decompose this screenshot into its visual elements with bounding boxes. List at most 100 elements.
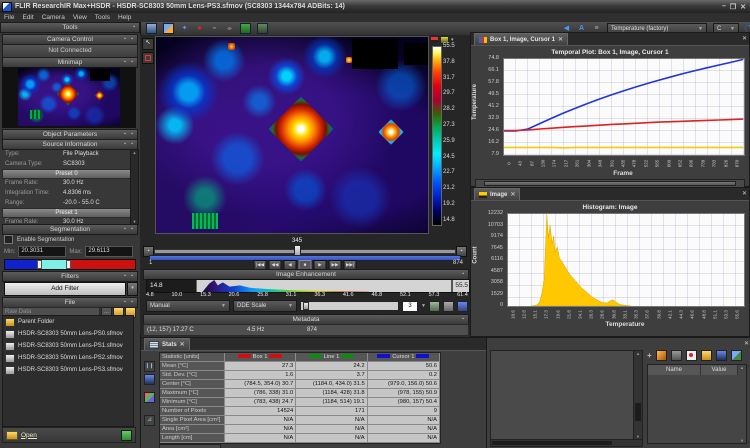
panel-close-icon[interactable]: ✕ [742,190,747,197]
palette-icon[interactable] [431,37,438,43]
panel-menu-icon[interactable]: ▪ ▪ [124,298,135,307]
tools-panel-header[interactable]: Tools ▪ [0,22,140,33]
title-bar[interactable]: FLIR ResearchIR Max+HSDR - HSDR-SC8303 5… [0,0,750,13]
marker-icon[interactable]: ✦ [180,24,189,33]
value-column-header[interactable]: Value [701,365,738,375]
settings-icon[interactable] [671,350,682,361]
panel-menu-icon[interactable]: ▪ ▪ [124,35,135,44]
edit-pen-icon[interactable] [656,350,667,361]
menu-item-file[interactable]: File [4,14,14,21]
file-item[interactable]: HSDR-SC8303 50mm Lens-PS1.sfmov [3,340,133,352]
record-icon[interactable]: ● [195,24,204,33]
stats-hscrollbar[interactable] [159,444,221,448]
refresh-icon[interactable] [121,430,132,441]
scale-mode-dropdown[interactable]: DDE Scale ▼ [233,300,297,312]
enhancement-low-value[interactable]: 14.8 [147,280,197,292]
folder-icon[interactable] [701,350,712,361]
source-info-scrollbar[interactable]: ▲ ▼ [130,149,139,225]
apply-button[interactable] [457,301,468,312]
watch-hscrollbar[interactable] [490,439,643,447]
panel-menu-icon[interactable]: ▪ [133,23,137,32]
enhancement-high-handle[interactable] [451,280,453,292]
add-filter-button[interactable]: Add Filter [4,282,126,296]
panel-close-icon[interactable]: ✕ [744,340,749,347]
camera-icon[interactable]: ⌁ [210,24,219,33]
segmentation-max-input[interactable]: 29.6113 [85,246,133,257]
panel-menu-icon[interactable]: ▪ ▪ [124,58,135,67]
range-low-band [5,260,37,269]
chevron-down-icon[interactable]: ▼ [421,303,426,309]
dde-slider-thumb[interactable] [303,302,309,310]
roi-box-tool-icon[interactable] [142,52,154,64]
open-link[interactable]: Open [21,432,37,439]
close-button[interactable]: ✕ [740,3,746,11]
lock-icon[interactable] [443,301,454,312]
layers-icon[interactable] [257,23,268,34]
frame-slider-track[interactable] [154,249,456,254]
tab-close-icon[interactable]: ✕ [180,341,185,348]
panel-menu-icon[interactable]: ▪ ▪ [124,272,135,281]
file-item[interactable]: Parent Folder [3,316,133,328]
panel-menu-icon[interactable]: ▪ ▪ [124,140,135,149]
enhancement-mode-dropdown[interactable]: Manual ▼ [146,300,230,312]
histogram-plot-area[interactable] [507,213,745,307]
pause-icon[interactable]: ❙❙ [144,361,155,372]
segmentation-min-input[interactable]: 20.3031 [18,246,66,257]
tab-image-histogram[interactable]: Image ✕ [474,188,520,200]
scroll-up-icon[interactable]: ▲ [634,351,642,356]
cursor-tool-icon[interactable]: ↖ [142,38,154,50]
segmentation-range-slider[interactable] [4,259,136,270]
menu-item-camera[interactable]: Camera [42,14,65,21]
scroll-up-icon[interactable]: ▲ [131,150,138,155]
color-settings-icon[interactable] [144,392,155,403]
scroll-down-icon[interactable]: ▼ [738,438,746,443]
menu-item-view[interactable]: View [73,14,87,21]
panel-menu-icon[interactable]: ▪ [462,270,466,279]
enhancement-histogram-strip[interactable]: 14.8 55.5 [146,279,470,293]
panel-close-icon[interactable]: ✕ [742,35,747,42]
panel-menu-icon[interactable]: ▪ ▪ [124,225,135,234]
image-export-icon[interactable] [731,350,742,361]
record-doc-icon[interactable] [686,350,697,361]
image-icon[interactable] [163,23,174,34]
menu-item-tools[interactable]: Tools [95,14,110,21]
temporal-plot-area[interactable] [503,58,745,156]
file-item[interactable]: HSDR-SC8303 50mm Lens-PS3.sfmov [3,364,133,376]
dark-component-region [404,43,428,65]
watch-vscrollbar[interactable]: ▲ ▼ [633,350,643,440]
histogram-button[interactable] [429,301,440,312]
scroll-up-icon[interactable]: ▲ [738,365,746,375]
tag-icon[interactable]: ⌯ [225,24,234,33]
menu-item-edit[interactable]: Edit [22,14,33,21]
save-icon[interactable] [144,374,155,385]
name-column-header[interactable]: Name [648,365,701,375]
colorbar-tick-label: 22.7 [443,169,455,175]
filter-menu-button[interactable]: ▾ [127,282,138,296]
enable-segmentation-checkbox[interactable] [4,235,13,244]
chart-export-icon[interactable]: ⊿ [144,415,155,426]
dde-slider[interactable] [300,301,399,311]
thermal-image[interactable] [155,36,429,234]
scrollbar-thumb[interactable] [635,403,641,421]
color-scale-bar[interactable] [432,46,442,226]
panes-icon[interactable] [146,23,157,34]
panel-menu-icon[interactable]: ▪ [462,315,466,324]
enhancement-high-value[interactable]: 55.5 [455,280,468,292]
file-item[interactable]: HSDR-SC8303 50mm Lens-PS0.sfmov [3,328,133,340]
tab-close-icon[interactable]: ✕ [558,36,563,43]
minimap-thermal-image[interactable] [18,68,120,126]
add-icon[interactable]: + [647,351,652,360]
segmentation-header[interactable]: Segmentation ▪ ▪ [2,224,138,235]
overlay-icon[interactable] [240,23,251,34]
menu-item-help[interactable]: Help [118,14,131,21]
maximize-button[interactable]: ❒ [730,3,736,11]
filter-size-spinner[interactable]: 3 [402,301,418,312]
tab-temporal-plot[interactable]: Box 1, Image, Cursor 1 ✕ [474,33,568,45]
save-icon[interactable] [716,350,727,361]
panel-menu-icon[interactable]: ▪ ▪ [124,130,135,139]
minimize-button[interactable]: – [722,3,726,11]
tab-close-icon[interactable]: ✕ [510,191,515,198]
filters-header[interactable]: Filters ▪ ▪ [2,271,138,282]
tab-stats[interactable]: Stats ✕ [144,338,190,350]
file-item[interactable]: HSDR-SC8303 50mm Lens-PS2.sfmov [3,352,133,364]
